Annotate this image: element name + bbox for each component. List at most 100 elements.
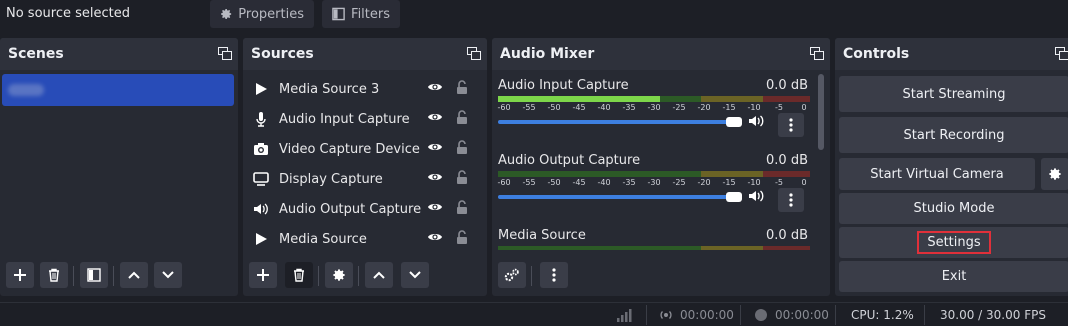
exit-button[interactable]: Exit bbox=[839, 261, 1068, 292]
visibility-eye-icon[interactable] bbox=[427, 81, 443, 93]
advanced-audio-properties-button[interactable] bbox=[498, 262, 526, 288]
audio-mixer-toolbar bbox=[492, 256, 830, 296]
sources-header: Sources bbox=[243, 38, 487, 70]
source-label: Audio Output Capture bbox=[279, 201, 422, 217]
channel-db: 0.0 dB bbox=[766, 153, 808, 168]
status-separator bbox=[646, 305, 647, 325]
remove-scene-button[interactable] bbox=[40, 262, 68, 288]
filters-button[interactable]: Filters bbox=[322, 0, 400, 28]
meter-tick-label: -35 bbox=[622, 103, 636, 112]
meter-tick-label: -45 bbox=[572, 178, 586, 187]
mixer-channel: Audio Input Capture 0.0 dB -60 -55 -50 -45-… bbox=[497, 78, 812, 148]
streaming-icon bbox=[660, 311, 672, 319]
lock-icon[interactable] bbox=[456, 170, 468, 185]
source-item[interactable]: Media Source bbox=[251, 224, 479, 254]
source-item[interactable]: Audio Output Capture bbox=[251, 194, 479, 224]
undock-icon[interactable] bbox=[467, 47, 481, 60]
move-scene-down-button[interactable] bbox=[154, 262, 182, 288]
speaker-icon[interactable] bbox=[748, 189, 766, 203]
meter-tick-label: -60 bbox=[497, 178, 511, 187]
volume-meter bbox=[498, 171, 810, 177]
source-item[interactable]: Display Capture bbox=[251, 164, 479, 194]
microphone-icon bbox=[251, 111, 271, 127]
signal-bars-icon bbox=[617, 309, 632, 322]
speaker-icon[interactable] bbox=[748, 114, 766, 128]
plus-icon bbox=[257, 269, 269, 281]
channel-db: 0.0 dB bbox=[766, 228, 808, 243]
remove-source-button[interactable] bbox=[285, 262, 313, 288]
visibility-eye-icon[interactable] bbox=[427, 141, 443, 153]
source-item[interactable]: Media Source 3 bbox=[251, 74, 479, 104]
undock-icon[interactable] bbox=[810, 47, 824, 60]
lock-icon[interactable] bbox=[456, 200, 468, 215]
move-scene-up-button[interactable] bbox=[120, 262, 148, 288]
stream-time: 00:00:00 bbox=[680, 308, 734, 322]
visibility-eye-icon[interactable] bbox=[427, 231, 443, 243]
toolbar-separator bbox=[531, 266, 532, 286]
chevron-down-icon bbox=[409, 271, 421, 279]
meter-tick-label: -20 bbox=[697, 103, 711, 112]
scene-filters-button[interactable] bbox=[80, 262, 108, 288]
source-label: Media Source 3 bbox=[279, 81, 380, 97]
exit-label: Exit bbox=[941, 269, 967, 284]
move-source-up-button[interactable] bbox=[365, 262, 393, 288]
undock-icon[interactable] bbox=[1055, 47, 1068, 60]
studio-mode-button[interactable]: Studio Mode bbox=[839, 193, 1068, 224]
meter-level bbox=[498, 99, 661, 102]
meter-tick-label: 0 bbox=[801, 103, 807, 112]
plus-icon bbox=[14, 269, 26, 281]
start-recording-button[interactable]: Start Recording bbox=[839, 117, 1068, 153]
visibility-eye-icon[interactable] bbox=[427, 111, 443, 123]
studio-mode-label: Studio Mode bbox=[913, 201, 995, 216]
meter-tick-label: -55 bbox=[522, 103, 536, 112]
status-separator bbox=[924, 305, 925, 325]
volume-slider-knob[interactable] bbox=[726, 192, 742, 202]
mixer-menu-button[interactable] bbox=[540, 262, 568, 288]
volume-slider[interactable] bbox=[498, 120, 740, 124]
lock-icon[interactable] bbox=[456, 80, 468, 95]
start-streaming-button[interactable]: Start Streaming bbox=[839, 76, 1068, 112]
source-properties-button[interactable] bbox=[325, 262, 353, 288]
visibility-eye-icon[interactable] bbox=[427, 201, 443, 213]
virtual-camera-config-button[interactable] bbox=[1041, 158, 1068, 190]
mixer-scrollbar[interactable] bbox=[818, 74, 824, 150]
source-label: Video Capture Device bbox=[279, 141, 420, 157]
source-item[interactable]: Audio Input Capture bbox=[251, 104, 479, 134]
controls-header: Controls bbox=[835, 38, 1068, 70]
meter-tick-label: -40 bbox=[597, 103, 611, 112]
toolbar-separator bbox=[318, 266, 319, 286]
channel-name: Audio Input Capture bbox=[498, 78, 629, 93]
volume-slider[interactable] bbox=[498, 195, 740, 199]
scenes-dock: Scenes bbox=[0, 38, 238, 296]
toolbar-separator bbox=[113, 266, 114, 286]
meter-tick-label: -10 bbox=[747, 178, 761, 187]
channel-menu-button[interactable] bbox=[778, 113, 804, 137]
start-recording-label: Start Recording bbox=[903, 127, 1005, 143]
start-virtual-camera-button[interactable]: Start Virtual Camera bbox=[839, 158, 1035, 190]
status-separator bbox=[740, 305, 741, 325]
meter-tick-label: -30 bbox=[647, 178, 661, 187]
move-source-down-button[interactable] bbox=[401, 262, 429, 288]
lock-icon[interactable] bbox=[456, 110, 468, 125]
play-icon bbox=[251, 81, 271, 97]
volume-slider-knob[interactable] bbox=[726, 117, 742, 127]
channel-menu-button[interactable] bbox=[778, 188, 804, 212]
audio-mixer-header: Audio Mixer bbox=[492, 38, 830, 70]
meter-tick-label: -15 bbox=[722, 178, 736, 187]
add-scene-button[interactable] bbox=[6, 262, 34, 288]
visibility-eye-icon[interactable] bbox=[427, 171, 443, 183]
meter-tick-label: 0 bbox=[801, 178, 807, 187]
camera-icon bbox=[251, 141, 271, 157]
add-source-button[interactable] bbox=[249, 262, 277, 288]
properties-button[interactable]: Properties bbox=[210, 0, 314, 28]
scene-item-selected[interactable] bbox=[2, 74, 234, 106]
lock-icon[interactable] bbox=[456, 230, 468, 245]
toolbar-separator bbox=[73, 266, 74, 286]
source-label: Media Source bbox=[279, 231, 367, 247]
settings-label: Settings bbox=[917, 231, 991, 254]
undock-icon[interactable] bbox=[218, 47, 232, 60]
settings-button[interactable]: Settings bbox=[839, 227, 1068, 258]
lock-icon[interactable] bbox=[456, 140, 468, 155]
source-item[interactable]: Video Capture Device bbox=[251, 134, 479, 164]
kebab-menu-icon bbox=[789, 193, 793, 207]
